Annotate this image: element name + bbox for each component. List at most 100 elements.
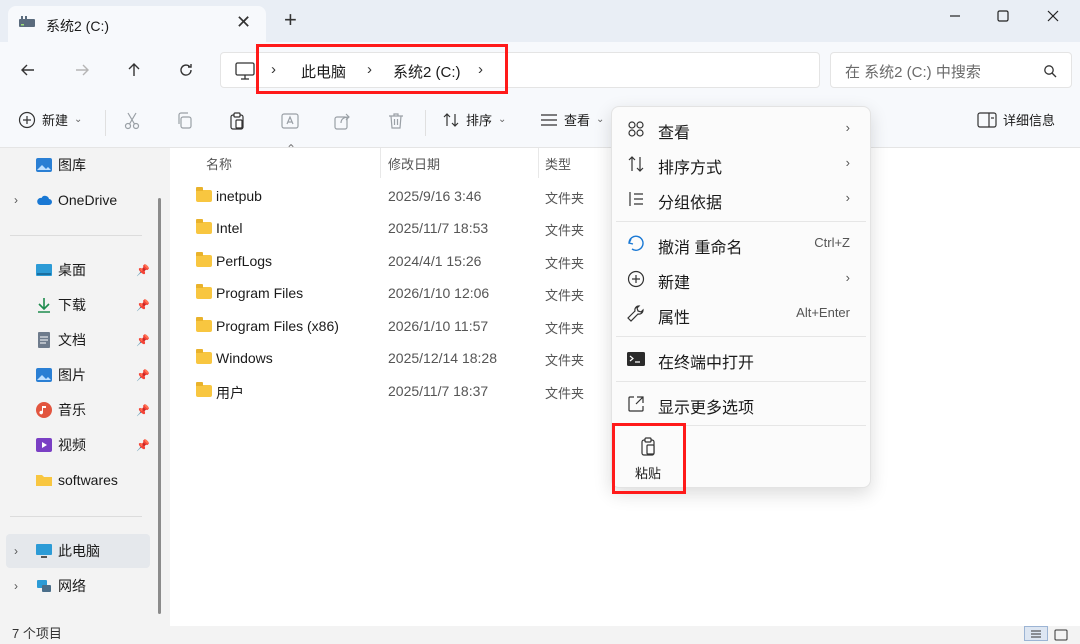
grid-icon bbox=[628, 121, 644, 137]
pin-icon[interactable]: 📌 bbox=[136, 404, 150, 417]
close-tab-icon[interactable]: ✕ bbox=[236, 12, 251, 33]
sidebar-item-gallery[interactable]: 图库 bbox=[0, 148, 150, 182]
file-date: 2025/11/7 18:37 bbox=[388, 383, 489, 399]
sidebar-item-documents[interactable]: 文档 📌 bbox=[0, 323, 150, 357]
menu-item-view[interactable]: 查看 › bbox=[612, 111, 870, 146]
sidebar-item-label: 音乐 bbox=[58, 402, 86, 418]
cut-icon[interactable] bbox=[122, 111, 142, 131]
back-button[interactable] bbox=[14, 56, 42, 84]
pin-icon[interactable]: 📌 bbox=[136, 369, 150, 382]
open-external-icon bbox=[628, 396, 644, 412]
forward-button[interactable] bbox=[68, 56, 96, 84]
tab-drive[interactable]: 系统2 (C:) ✕ bbox=[8, 6, 266, 42]
new-button[interactable]: 新建 ⌄ bbox=[18, 110, 82, 129]
refresh-button[interactable] bbox=[172, 56, 200, 84]
sidebar-item-this-pc[interactable]: › 此电脑 bbox=[6, 534, 150, 568]
menu-item-label: 新建 bbox=[658, 275, 691, 292]
table-row[interactable]: Program Files 2026/1/10 12:06 文件夹 bbox=[170, 278, 610, 310]
pin-icon[interactable]: 📌 bbox=[136, 264, 150, 277]
menu-item-open-terminal[interactable]: 在终端中打开 bbox=[612, 341, 870, 376]
folder-icon bbox=[196, 317, 212, 332]
new-tab-button[interactable]: + bbox=[284, 9, 297, 31]
view-button[interactable]: 查看 ⌄ bbox=[540, 110, 604, 129]
pin-icon[interactable]: 📌 bbox=[136, 439, 150, 452]
table-row[interactable]: Intel 2025/11/7 18:53 文件夹 bbox=[170, 213, 610, 245]
file-date: 2025/11/7 18:53 bbox=[388, 220, 489, 236]
table-row[interactable]: inetpub 2025/9/16 3:46 文件夹 bbox=[170, 181, 610, 213]
minimize-icon bbox=[950, 15, 960, 17]
pin-icon[interactable]: 📌 bbox=[136, 299, 150, 312]
refresh-icon bbox=[180, 64, 192, 76]
column-header-type[interactable]: 类型 bbox=[545, 154, 571, 173]
sidebar-item-label: 视频 bbox=[58, 437, 86, 453]
sidebar-item-label: OneDrive bbox=[58, 192, 118, 208]
menu-item-label: 排序方式 bbox=[658, 160, 723, 177]
table-row[interactable]: 用户 2025/11/7 18:37 文件夹 bbox=[170, 376, 610, 408]
sort-ascending-icon: ⌃ bbox=[286, 142, 297, 156]
rename-icon[interactable] bbox=[280, 111, 300, 131]
close-window-button[interactable] bbox=[1030, 0, 1076, 32]
menu-item-properties[interactable]: 属性 Alt+Enter bbox=[612, 296, 870, 331]
paste-highlight-box bbox=[612, 423, 686, 494]
details-label: 详细信息 bbox=[1003, 113, 1056, 128]
sidebar-item-softwares[interactable]: softwares bbox=[0, 463, 150, 497]
expand-chevron-icon[interactable]: › bbox=[14, 544, 18, 558]
document-icon bbox=[38, 332, 50, 348]
table-row[interactable]: Program Files (x86) 2026/1/10 11:57 文件夹 bbox=[170, 311, 610, 343]
menu-item-label: 分组依据 bbox=[658, 195, 723, 212]
sidebar-item-desktop[interactable]: 桌面 📌 bbox=[0, 253, 150, 287]
sidebar-item-videos[interactable]: 视频 📌 bbox=[0, 428, 150, 462]
command-bar: 新建 ⌄ 排序 ⌄ 查看 ⌄ 详细信息 bbox=[0, 98, 1080, 148]
folder-icon bbox=[196, 382, 212, 397]
desktop-icon bbox=[36, 264, 52, 276]
item-count: 7 个项目 bbox=[12, 626, 62, 641]
column-header-name[interactable]: 名称 bbox=[206, 154, 232, 173]
list-view-icon bbox=[1031, 630, 1041, 638]
undo-icon bbox=[627, 235, 644, 251]
sidebar-item-music[interactable]: 音乐 📌 bbox=[0, 393, 150, 427]
column-divider[interactable] bbox=[380, 148, 381, 178]
up-button[interactable] bbox=[120, 56, 148, 84]
sidebar-item-label: 下载 bbox=[58, 297, 86, 313]
menu-item-group-by[interactable]: 分组依据 › bbox=[612, 181, 870, 216]
search-box[interactable]: 在 系统2 (C:) 中搜索 bbox=[830, 52, 1072, 88]
divider bbox=[616, 336, 866, 337]
folder-icon bbox=[196, 219, 212, 234]
table-row[interactable]: PerfLogs 2024/4/1 15:26 文件夹 bbox=[170, 246, 610, 278]
column-divider[interactable] bbox=[538, 148, 539, 178]
details-view-button[interactable] bbox=[1024, 626, 1048, 641]
sidebar-item-downloads[interactable]: 下载 📌 bbox=[0, 288, 150, 322]
sidebar-item-pictures[interactable]: 图片 📌 bbox=[0, 358, 150, 392]
expand-chevron-icon[interactable]: › bbox=[14, 579, 18, 593]
menu-item-undo-rename[interactable]: 撤消 重命名 Ctrl+Z bbox=[612, 226, 870, 261]
expand-chevron-icon[interactable]: › bbox=[14, 193, 18, 207]
file-date: 2026/1/10 12:06 bbox=[388, 285, 490, 301]
paste-icon[interactable] bbox=[227, 111, 247, 131]
file-type: 文件夹 bbox=[545, 321, 585, 336]
shortcut-text: Ctrl+Z bbox=[814, 235, 850, 250]
sort-button[interactable]: 排序 ⌄ bbox=[442, 110, 506, 129]
details-button[interactable]: 详细信息 bbox=[977, 110, 1055, 129]
minimize-button[interactable] bbox=[932, 0, 978, 32]
menu-item-label: 查看 bbox=[658, 125, 691, 142]
menu-item-new[interactable]: 新建 › bbox=[612, 261, 870, 296]
sidebar-item-onedrive[interactable]: › OneDrive bbox=[0, 183, 150, 217]
divider bbox=[425, 110, 426, 136]
share-icon[interactable] bbox=[333, 111, 353, 131]
maximize-button[interactable] bbox=[980, 0, 1026, 32]
sort-label: 排序 bbox=[466, 113, 493, 128]
file-name: 用户 bbox=[216, 385, 244, 401]
pin-icon[interactable]: 📌 bbox=[136, 334, 150, 347]
column-header-date[interactable]: 修改日期 bbox=[388, 154, 440, 173]
sidebar-item-network[interactable]: › 网络 bbox=[0, 569, 150, 603]
navigation-pane: 图库 › OneDrive 桌面 📌 下载 📌 文档 📌 图片 📌 音乐 📌 视… bbox=[0, 148, 168, 641]
title-bar: 系统2 (C:) ✕ + bbox=[0, 0, 1080, 42]
delete-icon[interactable] bbox=[386, 111, 406, 131]
table-row[interactable]: Windows 2025/12/14 18:28 文件夹 bbox=[170, 343, 610, 375]
sidebar-scrollbar[interactable] bbox=[158, 198, 161, 614]
tiles-view-button[interactable] bbox=[1054, 628, 1068, 641]
copy-icon[interactable] bbox=[175, 111, 195, 131]
arrow-right-icon bbox=[76, 64, 89, 76]
menu-item-show-more-options[interactable]: 显示更多选项 bbox=[612, 386, 870, 421]
menu-item-sort-by[interactable]: 排序方式 › bbox=[612, 146, 870, 181]
